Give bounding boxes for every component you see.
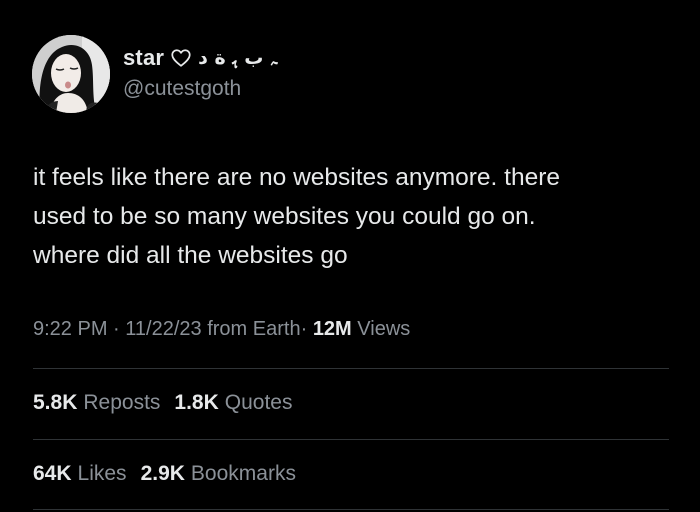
tweet-time[interactable]: 9:22 PM (33, 318, 107, 340)
reposts-stat[interactable]: 5.8K Reposts (33, 391, 160, 415)
heart-outline-icon (170, 47, 192, 69)
author-display-name[interactable]: star (123, 45, 164, 71)
reposts-count: 5.8K (33, 391, 78, 414)
divider (33, 509, 669, 510)
engagement-stats-row: 5.8K Reposts 1.8K Quotes (33, 391, 292, 415)
views-label: Views (357, 318, 411, 340)
quotes-stat[interactable]: 1.8K Quotes (174, 391, 292, 415)
author-handle[interactable]: @cutestgoth (123, 77, 241, 101)
tweet-meta: 9:22 PM · 11/22/23 from Earth· 12M Views (33, 318, 410, 341)
tweet-text-line: used to be so many websites you could go… (33, 203, 536, 230)
author-name-row[interactable]: star ﮧ ب ﮨ ﺓ ﺩ (123, 42, 277, 74)
quotes-count: 1.8K (174, 391, 219, 414)
likes-count: 64K (33, 462, 72, 485)
tweet-text: it feels like there are no websites anym… (33, 158, 683, 275)
views-count: 12M (312, 318, 352, 340)
tweet-text-line: it feels like there are no websites anym… (33, 164, 561, 191)
bookmarks-label: Bookmarks (190, 462, 296, 485)
tweet-date[interactable]: 11/22/23 (125, 318, 201, 340)
bookmarks-stat[interactable]: 2.9K Bookmarks (141, 462, 296, 486)
avatar-image (32, 35, 110, 113)
author-name-decoration: ﮧ ب ﮨ ﺓ ﺩ (198, 47, 278, 69)
avatar[interactable] (32, 35, 110, 113)
quotes-label: Quotes (224, 391, 293, 414)
engagement-stats-row: 64K Likes 2.9K Bookmarks (33, 462, 296, 486)
likes-label: Likes (77, 462, 127, 485)
tweet-location: from Earth (207, 318, 301, 340)
likes-stat[interactable]: 64K Likes (33, 462, 127, 486)
reposts-label: Reposts (83, 391, 161, 414)
bookmarks-count: 2.9K (140, 462, 185, 485)
meta-separator: · (300, 318, 308, 340)
tweet-text-line: where did all the websites go (33, 242, 348, 269)
divider (33, 368, 669, 369)
tweet-card: star ﮧ ب ﮨ ﺓ ﺩ @cutestgoth it feels like… (0, 0, 700, 512)
divider (33, 439, 669, 440)
meta-separator: · (113, 318, 120, 340)
